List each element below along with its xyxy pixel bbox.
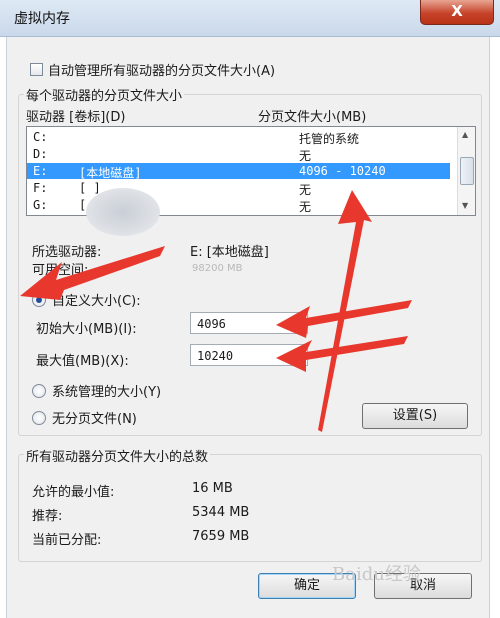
annotation-arrows <box>20 190 412 432</box>
arrow-to-custom-size <box>20 246 165 300</box>
arrow-to-max-size <box>276 336 408 372</box>
